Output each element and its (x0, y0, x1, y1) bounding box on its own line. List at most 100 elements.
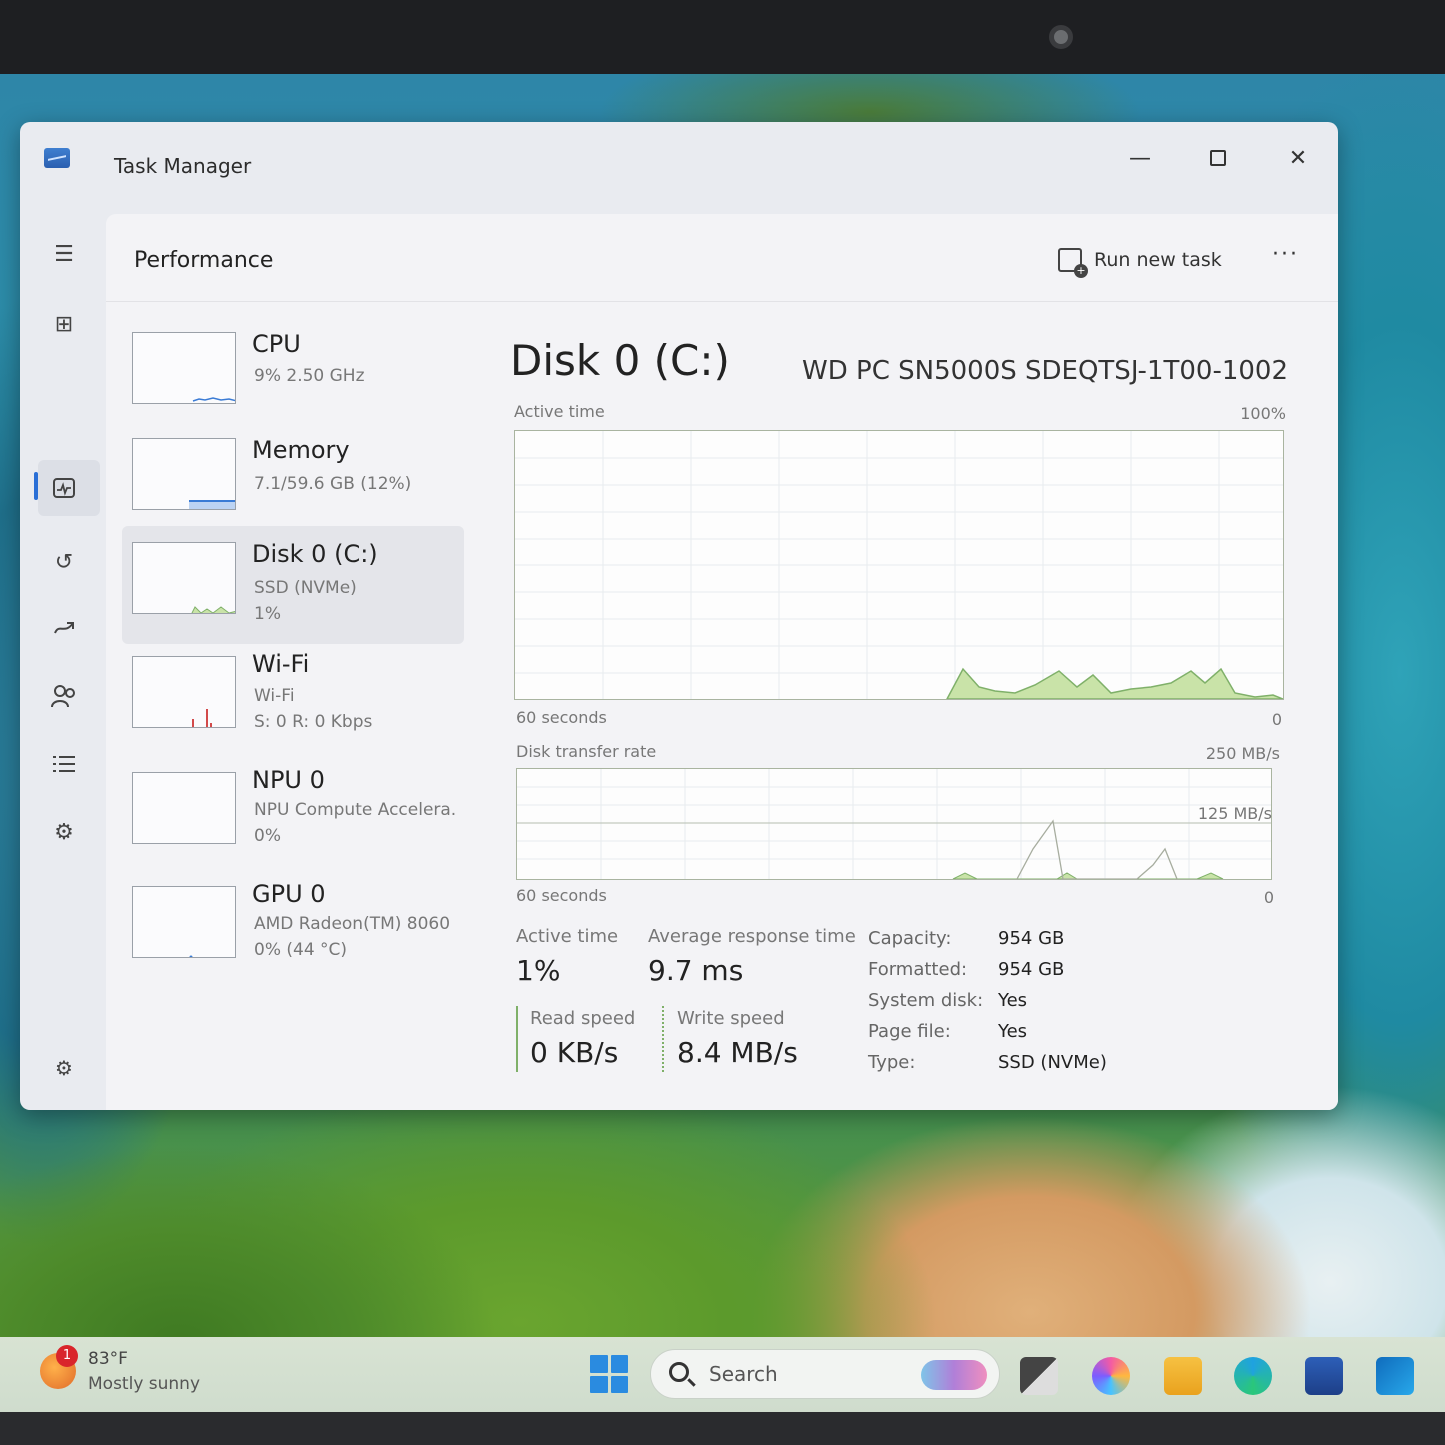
device-name: NPU 0 (252, 766, 325, 794)
app-history-icon[interactable]: ↺ (46, 544, 82, 580)
window-title: Task Manager (114, 154, 252, 178)
device-name: Disk 0 (C:) (252, 540, 378, 568)
task-manager-window: Task Manager — ✕ ☰ ⊞ ↺ ⚙ ⚙ Performance R (20, 122, 1338, 1110)
prop-value: 954 GB (998, 959, 1065, 980)
more-options-button[interactable]: ··· (1272, 242, 1299, 267)
search-highlight-art (921, 1360, 987, 1390)
gpu-thumbnail-graph (132, 886, 236, 958)
active-time-label: Active time (516, 926, 619, 947)
startup-apps-icon[interactable] (46, 610, 82, 646)
wifi-thumbnail-graph (132, 656, 236, 728)
copilot-icon[interactable] (1092, 1357, 1130, 1395)
start-button[interactable] (590, 1355, 628, 1393)
processes-icon[interactable]: ⊞ (46, 306, 82, 342)
device-name: GPU 0 (252, 880, 326, 908)
write-speed-label: Write speed (677, 1008, 785, 1029)
device-throughput: S: 0 R: 0 Kbps (254, 712, 373, 732)
title-bar[interactable]: Task Manager — ✕ (20, 122, 1338, 214)
prop-value: Yes (998, 1021, 1028, 1042)
weather-condition[interactable]: Mostly sunny (88, 1374, 200, 1394)
device-item-gpu[interactable]: GPU 0 AMD Radeon(TM) 8060 0% (44 °C) (122, 874, 464, 992)
device-name: Memory (252, 436, 350, 464)
transfer-rate-graph-max: 250 MB/s (1205, 744, 1280, 763)
cpu-thumbnail-graph (132, 332, 236, 404)
prop-key: Page file: (868, 1021, 951, 1042)
transfer-rate-graph-label: Disk transfer rate (516, 742, 657, 761)
minimize-button[interactable]: — (1120, 142, 1160, 176)
run-task-icon (1058, 248, 1088, 278)
avg-response-label: Average response time (648, 926, 856, 947)
users-icon[interactable] (46, 678, 82, 714)
prop-value: SSD (NVMe) (998, 1052, 1107, 1073)
performance-icon[interactable] (46, 470, 82, 506)
device-item-cpu[interactable]: CPU 9% 2.50 GHz (122, 322, 464, 434)
device-item-memory[interactable]: Memory 7.1/59.6 GB (12%) (122, 428, 464, 540)
device-detail: 9% 2.50 GHz (254, 366, 365, 386)
prop-value: 954 GB (998, 928, 1065, 949)
disk-thumbnail-graph (132, 542, 236, 614)
active-time-graph-window: 60 seconds (516, 708, 607, 727)
settings-icon[interactable]: ⚙ (46, 1050, 82, 1086)
file-explorer-icon[interactable] (1164, 1357, 1202, 1395)
disk-title: Disk 0 (C:) (510, 336, 730, 385)
menu-icon[interactable]: ☰ (46, 236, 82, 272)
read-speed-legend (516, 1006, 518, 1072)
active-time-graph-max: 100% (1240, 404, 1286, 423)
close-button[interactable]: ✕ (1278, 142, 1318, 176)
device-detail: AMD Radeon(TM) 8060 (254, 914, 451, 934)
avg-response-value: 9.7 ms (648, 954, 744, 987)
prop-key: Formatted: (868, 959, 968, 980)
performance-page: Performance Run new task ··· CPU 9% 2.50… (106, 214, 1338, 1110)
transfer-rate-graph-window: 60 seconds (516, 886, 607, 905)
outlook-icon[interactable] (1376, 1357, 1414, 1395)
write-speed-legend (662, 1006, 664, 1072)
camera-icon (1049, 25, 1073, 49)
maximize-icon (1210, 150, 1226, 166)
transfer-rate-graph-min: 0 (1263, 888, 1274, 907)
taskbar-search-box[interactable]: Search (650, 1349, 1000, 1399)
device-item-wifi[interactable]: Wi-Fi Wi-Fi S: 0 R: 0 Kbps (122, 642, 464, 760)
transfer-rate-graph (516, 768, 1272, 880)
active-time-graph-label: Active time (514, 402, 605, 421)
device-detail: SSD (NVMe) (254, 578, 357, 598)
active-time-value: 1% (516, 954, 561, 987)
screen-bezel-top (0, 0, 1445, 74)
device-detail: Wi-Fi (254, 686, 295, 706)
read-speed-label: Read speed (530, 1008, 636, 1029)
task-view-icon[interactable] (1020, 1357, 1058, 1395)
screen-bezel-bottom (0, 1412, 1445, 1445)
device-detail: 7.1/59.6 GB (12%) (254, 474, 412, 494)
prop-key: System disk: (868, 990, 984, 1011)
active-time-graph (514, 430, 1284, 700)
navigation-rail: ☰ ⊞ ↺ ⚙ ⚙ (20, 214, 106, 1110)
prop-key: Type: (868, 1052, 916, 1073)
disk-model: WD PC SN5000S SDEQTSJ-1T00-1002 (802, 356, 1288, 386)
nav-selection-indicator (34, 472, 38, 500)
microsoft-store-icon[interactable] (1305, 1357, 1343, 1395)
prop-key: Capacity: (868, 928, 952, 949)
device-usage: 0% (44 °C) (254, 940, 348, 960)
active-time-graph-min: 0 (1271, 710, 1282, 729)
details-icon[interactable] (46, 746, 82, 782)
edge-browser-icon[interactable] (1234, 1357, 1272, 1395)
task-manager-app-icon (44, 148, 70, 168)
search-placeholder: Search (709, 1362, 778, 1386)
device-item-npu[interactable]: NPU 0 NPU Compute Accelera. 0% (122, 758, 464, 876)
weather-temperature[interactable]: 83°F (88, 1349, 128, 1369)
device-name: CPU (252, 330, 301, 358)
run-new-task-label: Run new task (1094, 249, 1222, 271)
transfer-rate-graph-mid: 125 MB/s (1197, 804, 1272, 823)
device-detail: NPU Compute Accelera. (254, 800, 457, 820)
page-header: Performance Run new task ··· (106, 214, 1338, 302)
device-item-disk-0[interactable]: Disk 0 (C:) SSD (NVMe) 1% (122, 526, 464, 644)
run-new-task-button[interactable]: Run new task (1058, 248, 1222, 278)
memory-thumbnail-graph (132, 438, 236, 510)
maximize-button[interactable] (1198, 142, 1238, 176)
notification-badge: 1 (56, 1345, 78, 1367)
search-icon (669, 1362, 689, 1382)
npu-thumbnail-graph (132, 772, 236, 844)
prop-value: Yes (998, 990, 1028, 1011)
device-name: Wi-Fi (252, 650, 310, 678)
services-icon[interactable]: ⚙ (46, 814, 82, 850)
page-title: Performance (134, 248, 274, 273)
